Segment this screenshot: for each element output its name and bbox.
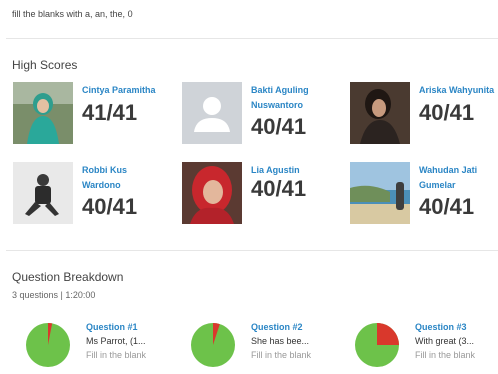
- question-title[interactable]: Question #1: [86, 322, 138, 332]
- question-title[interactable]: Question #2: [251, 322, 303, 332]
- player-score: 40/41: [82, 194, 138, 219]
- player-score: 40/41: [251, 114, 307, 139]
- score-card[interactable]: Wahudan Jati Gumelar 40/41: [350, 162, 498, 226]
- divider: [6, 38, 498, 39]
- player-score: 40/41: [419, 194, 475, 219]
- high-scores-title: High Scores: [12, 58, 78, 72]
- player-name[interactable]: Wahudan Jati Gumelar: [419, 163, 498, 193]
- quiz-instructions: fill the blanks with a, an, the, 0: [12, 9, 133, 19]
- score-card[interactable]: Cintya Paramitha 41/41: [13, 82, 173, 146]
- pie-slice-incorrect: [377, 323, 399, 345]
- player-name[interactable]: Ariska Wahyunita: [419, 83, 498, 98]
- question-text: Ms Parrot, (1...: [86, 336, 146, 346]
- player-name[interactable]: Robbi Kus Wardono: [82, 163, 177, 193]
- score-card[interactable]: Ariska Wahyunita 40/41: [350, 82, 498, 146]
- photo-girl-hijab-green-icon: [13, 82, 73, 144]
- player-score: 40/41: [419, 100, 475, 125]
- player-score: 40/41: [251, 176, 307, 201]
- question-breakdown-title: Question Breakdown: [12, 270, 124, 284]
- score-card[interactable]: Bakti Aguling Nuswantoro 40/41: [182, 82, 342, 146]
- photo-beach-icon: [350, 162, 410, 224]
- question-pie-chart: [191, 323, 235, 367]
- player-name[interactable]: Bakti Aguling Nuswantoro: [251, 83, 346, 113]
- question-pie-chart: [26, 323, 70, 367]
- score-card[interactable]: Robbi Kus Wardono 40/41: [13, 162, 173, 226]
- question-item[interactable]: Question #3 With great (3... Fill in the…: [354, 322, 498, 374]
- question-item[interactable]: Question #2 She has bee... Fill in the b…: [190, 322, 340, 374]
- question-text: She has bee...: [251, 336, 310, 346]
- score-card[interactable]: Lia Agustin 40/41: [182, 162, 342, 226]
- question-pie-chart: [355, 323, 399, 367]
- photo-girl-dark-icon: [350, 82, 410, 144]
- question-title[interactable]: Question #3: [415, 322, 467, 332]
- player-name[interactable]: Cintya Paramitha: [82, 83, 177, 98]
- question-type: Fill in the blank: [415, 350, 476, 360]
- question-type: Fill in the blank: [86, 350, 147, 360]
- default-user-icon: [182, 82, 242, 144]
- question-text: With great (3...: [415, 336, 475, 346]
- question-type: Fill in the blank: [251, 350, 312, 360]
- question-item[interactable]: Question #1 Ms Parrot, (1... Fill in the…: [25, 322, 175, 374]
- photo-boy-sitting-icon: [13, 162, 73, 224]
- divider: [6, 250, 498, 251]
- photo-girl-red-hijab-icon: [182, 162, 242, 224]
- player-score: 41/41: [82, 100, 138, 125]
- breakdown-subtitle: 3 questions | 1:20:00: [12, 290, 96, 300]
